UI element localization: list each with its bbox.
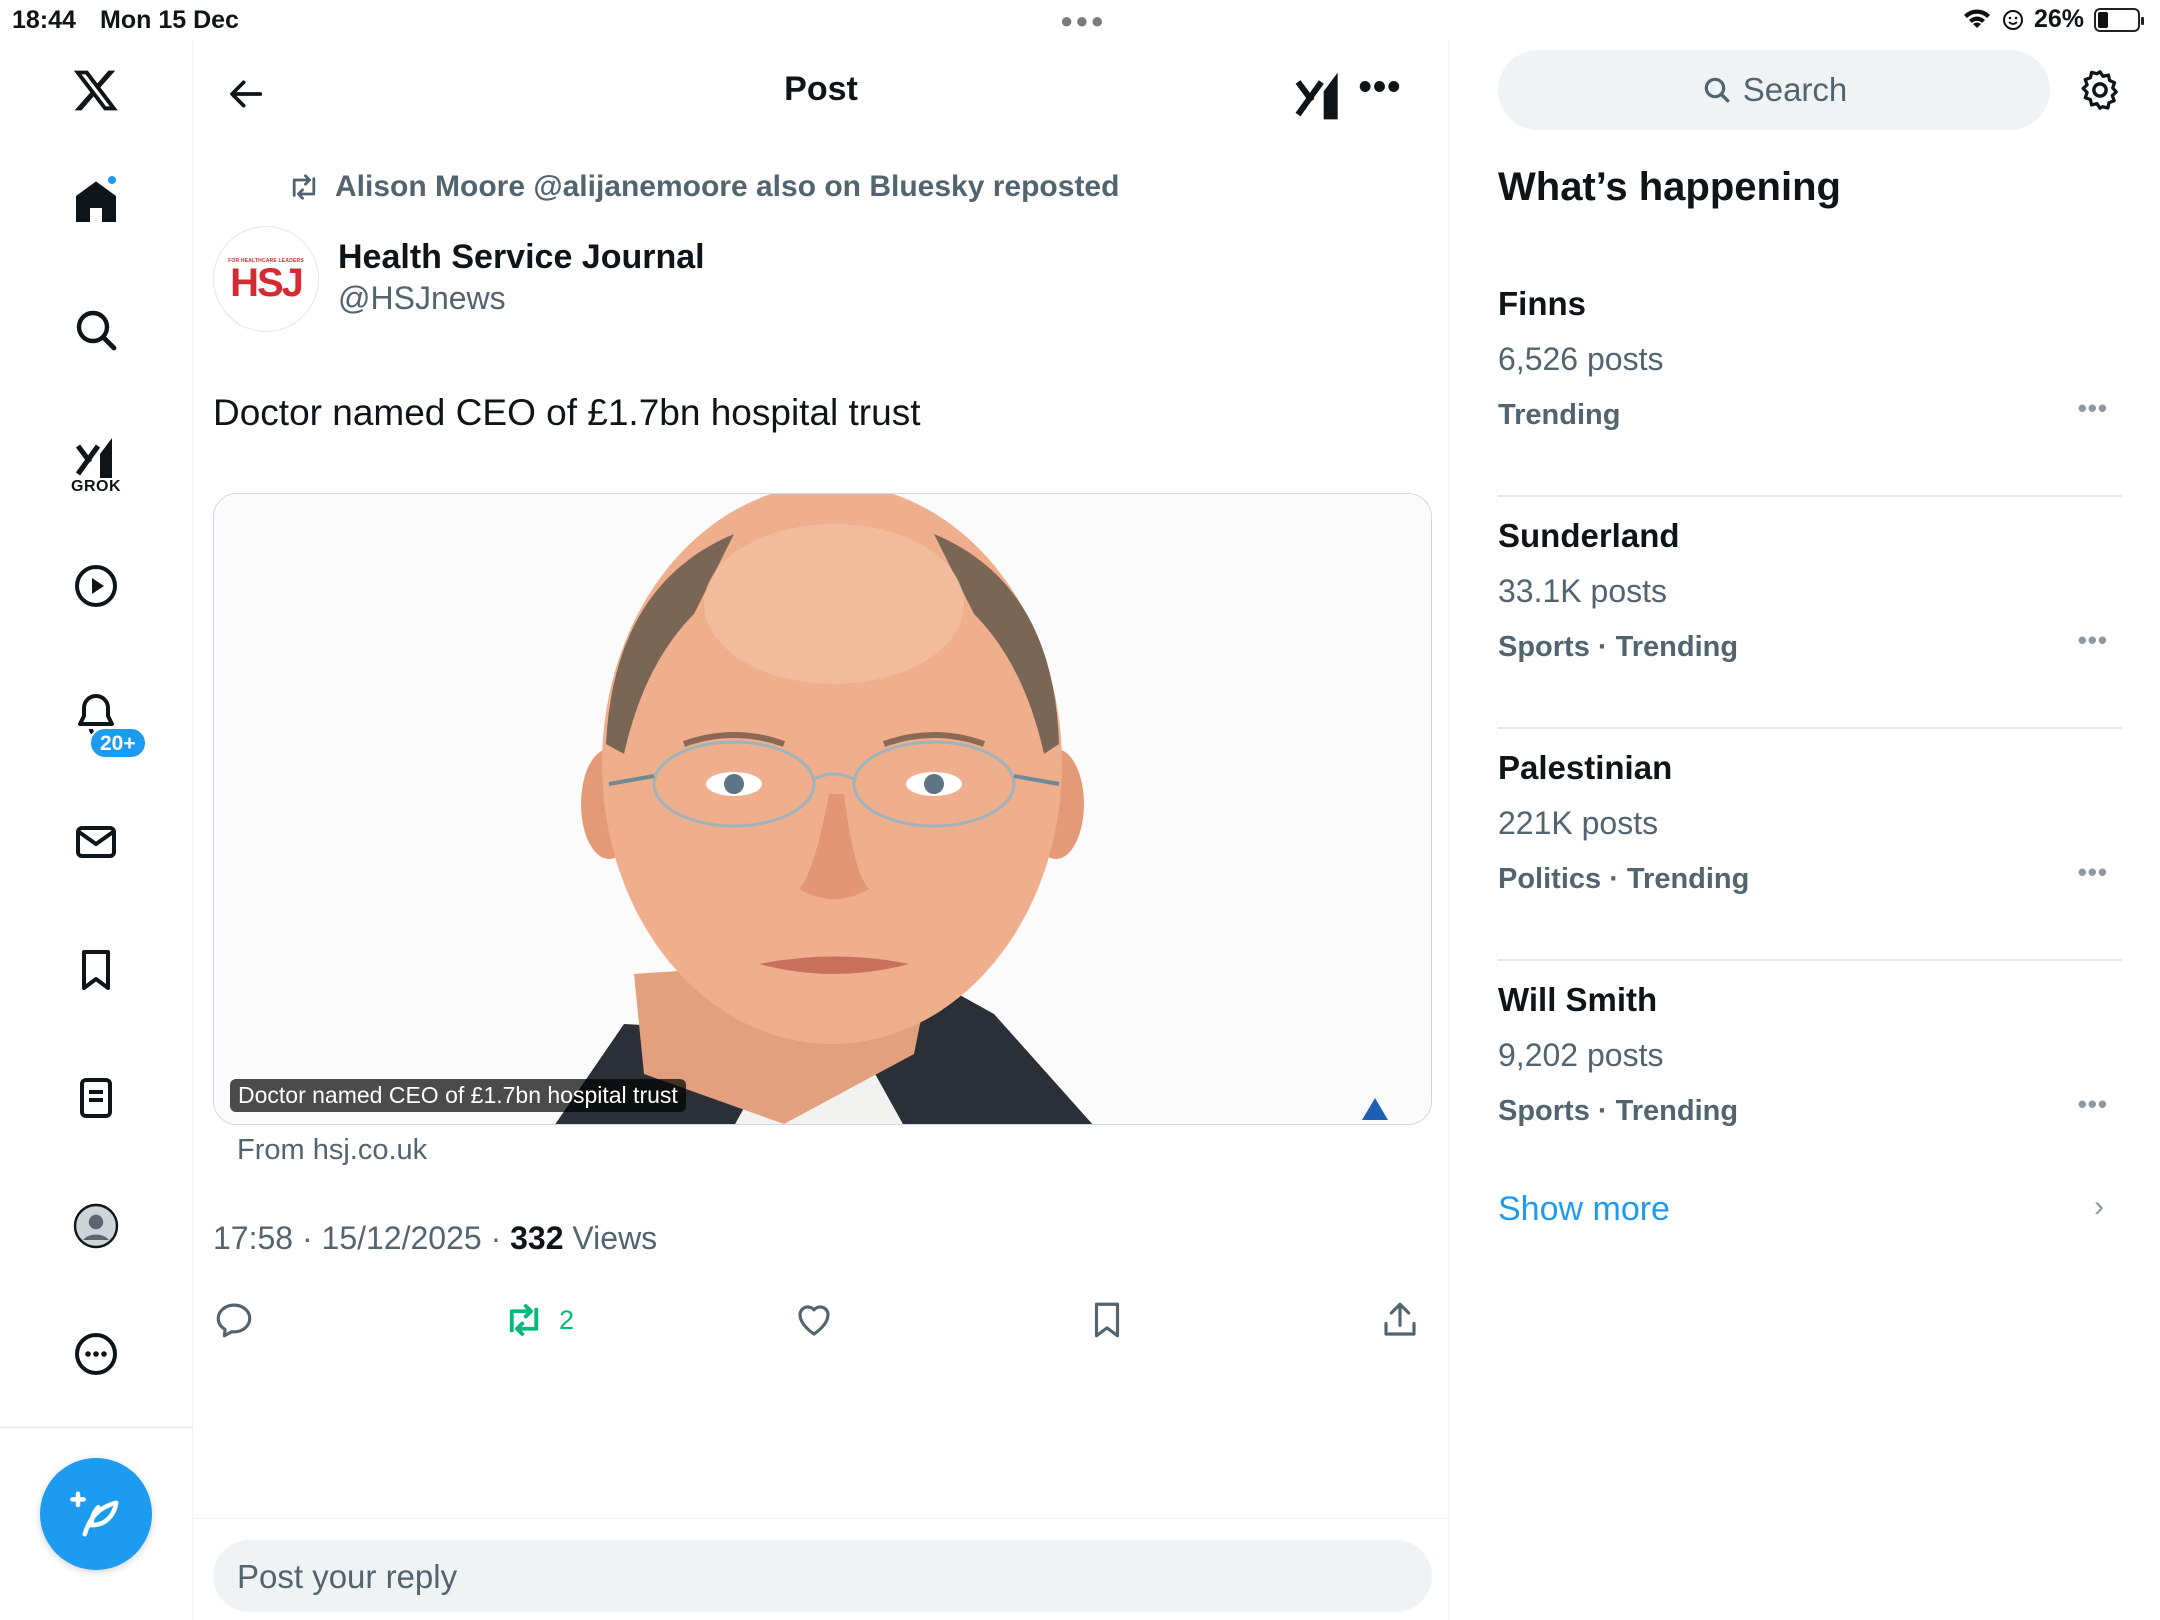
status-bar: 18:44 Mon 15 Dec ●●● 26% (0, 0, 2160, 40)
status-right: 26% (1962, 5, 2144, 34)
link-source[interactable]: From hsj.co.uk (237, 1134, 427, 1167)
bookmark-button[interactable] (1086, 1292, 1128, 1348)
search-icon (1704, 77, 1730, 103)
share-icon (1384, 1302, 1416, 1336)
repost-context[interactable]: Alison Moore @alijanemoore also on Blues… (287, 170, 1119, 204)
reply-icon (216, 1303, 252, 1338)
search-icon[interactable] (60, 294, 132, 366)
compose-post-button[interactable] (40, 1458, 152, 1570)
repost-count: 2 (559, 1304, 575, 1335)
bookmarks-icon[interactable] (60, 934, 132, 1006)
trend-category: Trending (1498, 399, 1621, 431)
trend-name: Sunderland (1498, 517, 1680, 554)
focus-mode-icon (2002, 9, 2023, 30)
home-icon[interactable] (60, 166, 132, 238)
notifications-badge: 20+ (89, 727, 147, 759)
author-avatar[interactable]: FOR HEALTHCARE LEADERS HSJ (213, 226, 319, 332)
more-icon[interactable] (60, 1318, 132, 1390)
home-unread-dot (106, 174, 118, 186)
trend-category: Sports · Trending (1498, 1095, 1739, 1127)
right-sidebar: Search What’s happening Finns 6,526 post… (1450, 40, 2160, 1620)
link-card-caption: Doctor named CEO of £1.7bn hospital trus… (230, 1079, 686, 1112)
messages-icon[interactable] (60, 806, 132, 878)
post-metadata: 17:58 · 15/12/2025 · 332 Views (213, 1220, 657, 1257)
repost-text: Alison Moore @alijanemoore also on Blues… (335, 170, 1120, 203)
trend-item[interactable]: Sunderland 33.1K posts Sports · Trending… (1498, 497, 2122, 729)
bookmark-icon (1094, 1302, 1120, 1338)
trend-item[interactable]: Palestinian 221K posts Politics · Trendi… (1498, 729, 2122, 961)
like-button[interactable] (793, 1292, 835, 1348)
trend-more-icon[interactable]: ••• (2078, 393, 2108, 424)
link-card[interactable]: Doctor named CEO of £1.7bn hospital trus… (213, 493, 1432, 1125)
search-input[interactable]: Search (1498, 50, 2050, 130)
author-name[interactable]: Health Service Journal (338, 238, 705, 277)
gear-icon (2081, 70, 2118, 110)
trend-category: Politics · Trending (1498, 863, 1750, 895)
media-triangle-icon (1362, 1098, 1388, 1120)
trend-name: Finns (1498, 285, 1586, 322)
views-label: Views (563, 1220, 658, 1256)
nav-divider (0, 1427, 193, 1428)
status-date: Mon 15 Dec (100, 6, 239, 34)
battery-level (2098, 11, 2108, 28)
reply-divider (193, 1518, 1449, 1519)
chevron-right-icon[interactable]: › (2094, 1190, 2104, 1224)
heart-icon (798, 1305, 830, 1336)
wifi-icon (1963, 8, 1990, 28)
hsj-logo: HSJ (230, 260, 304, 305)
lists-icon[interactable] (60, 1062, 132, 1134)
repost-button[interactable]: 2 (503, 1292, 574, 1348)
grok-label: GROK (71, 478, 121, 495)
link-card-photo (214, 494, 1431, 1124)
compose-feather-icon (70, 1491, 119, 1537)
reply-button[interactable] (213, 1292, 255, 1348)
views-count: 332 (510, 1220, 564, 1256)
grok-explain-icon[interactable] (1291, 68, 1347, 124)
trend-item[interactable]: Finns 6,526 posts Trending ••• (1498, 265, 2122, 497)
more-options-icon[interactable]: ••• (1353, 68, 1407, 120)
trend-count: 9,202 posts (1498, 1037, 1664, 1073)
settings-button[interactable] (2070, 60, 2130, 120)
x-logo-icon[interactable] (60, 54, 132, 126)
trend-category: Sports · Trending (1498, 631, 1739, 663)
multitasking-dots-icon[interactable]: ●●● (1060, 8, 1106, 34)
battery-percent: 26% (2033, 5, 2084, 33)
left-nav: GROK 20+ (0, 40, 193, 1620)
show-more-link[interactable]: Show more (1498, 1190, 1670, 1229)
battery-icon (2094, 7, 2144, 32)
trend-count: 221K posts (1498, 805, 1659, 841)
share-button[interactable] (1379, 1292, 1421, 1348)
trend-more-icon[interactable]: ••• (2078, 625, 2108, 656)
video-icon[interactable] (60, 550, 132, 622)
trend-more-icon[interactable]: ••• (2078, 1089, 2108, 1120)
repost-icon (292, 174, 316, 200)
trend-name: Palestinian (1498, 749, 1673, 786)
post-timestamp[interactable]: 17:58 · 15/12/2025 · (213, 1220, 510, 1256)
repost-action-icon (509, 1304, 539, 1336)
trend-more-icon[interactable]: ••• (2078, 857, 2108, 888)
trend-count: 33.1K posts (1498, 573, 1667, 609)
author-handle[interactable]: @HSJnews (338, 280, 506, 317)
post-text: Doctor named CEO of £1.7bn hospital trus… (213, 392, 921, 433)
search-placeholder: Search (1742, 71, 1848, 108)
page-title: Post (784, 70, 858, 108)
status-time: 18:44 (12, 6, 76, 34)
reply-input[interactable]: Post your reply (213, 1540, 1432, 1612)
profile-icon[interactable] (60, 1190, 132, 1262)
trend-item[interactable]: Will Smith 9,202 posts Sports · Trending… (1498, 961, 2122, 1193)
post-detail: Post ••• Alison Moore @alijanemoore also… (193, 40, 1449, 1620)
post-actions: 2 (213, 1292, 1435, 1348)
trend-name: Will Smith (1498, 981, 1658, 1018)
section-title: What’s happening (1498, 165, 1841, 209)
trend-count: 6,526 posts (1498, 341, 1664, 377)
